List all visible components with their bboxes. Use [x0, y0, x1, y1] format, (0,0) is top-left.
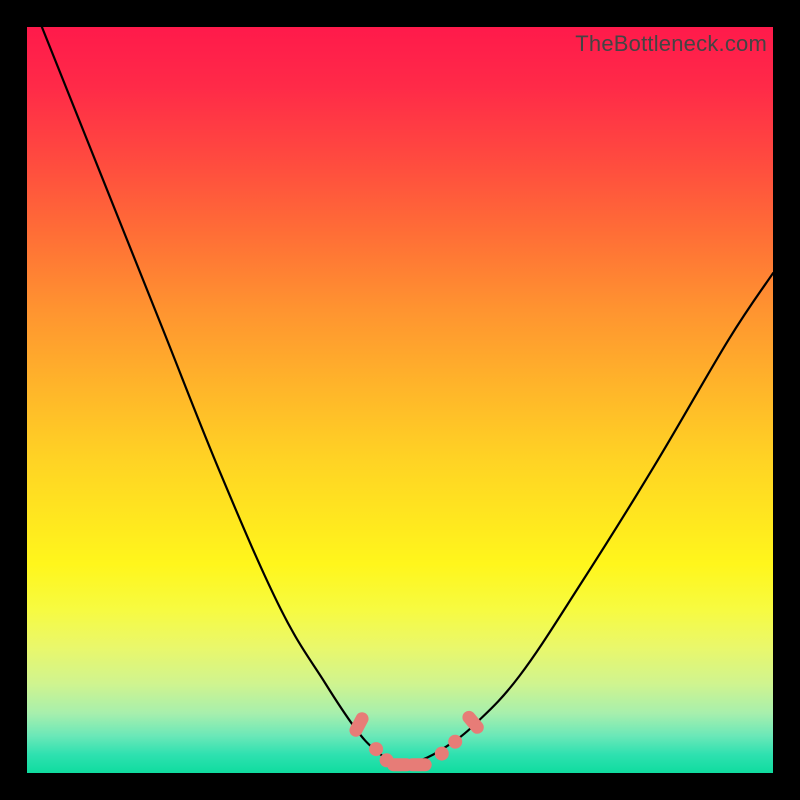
curve-layer	[27, 27, 773, 773]
bead-pill	[460, 708, 487, 736]
chart-frame: TheBottleneck.com	[0, 0, 800, 800]
bead-dot	[369, 742, 383, 756]
bead-dot	[448, 735, 462, 749]
left-curve	[42, 27, 400, 764]
plot-area: TheBottleneck.com	[27, 27, 773, 773]
right-curve	[400, 273, 773, 764]
bead-group	[347, 708, 486, 771]
bead-dot	[435, 747, 449, 761]
bead-pill	[347, 710, 371, 739]
bead-pill	[406, 758, 432, 771]
